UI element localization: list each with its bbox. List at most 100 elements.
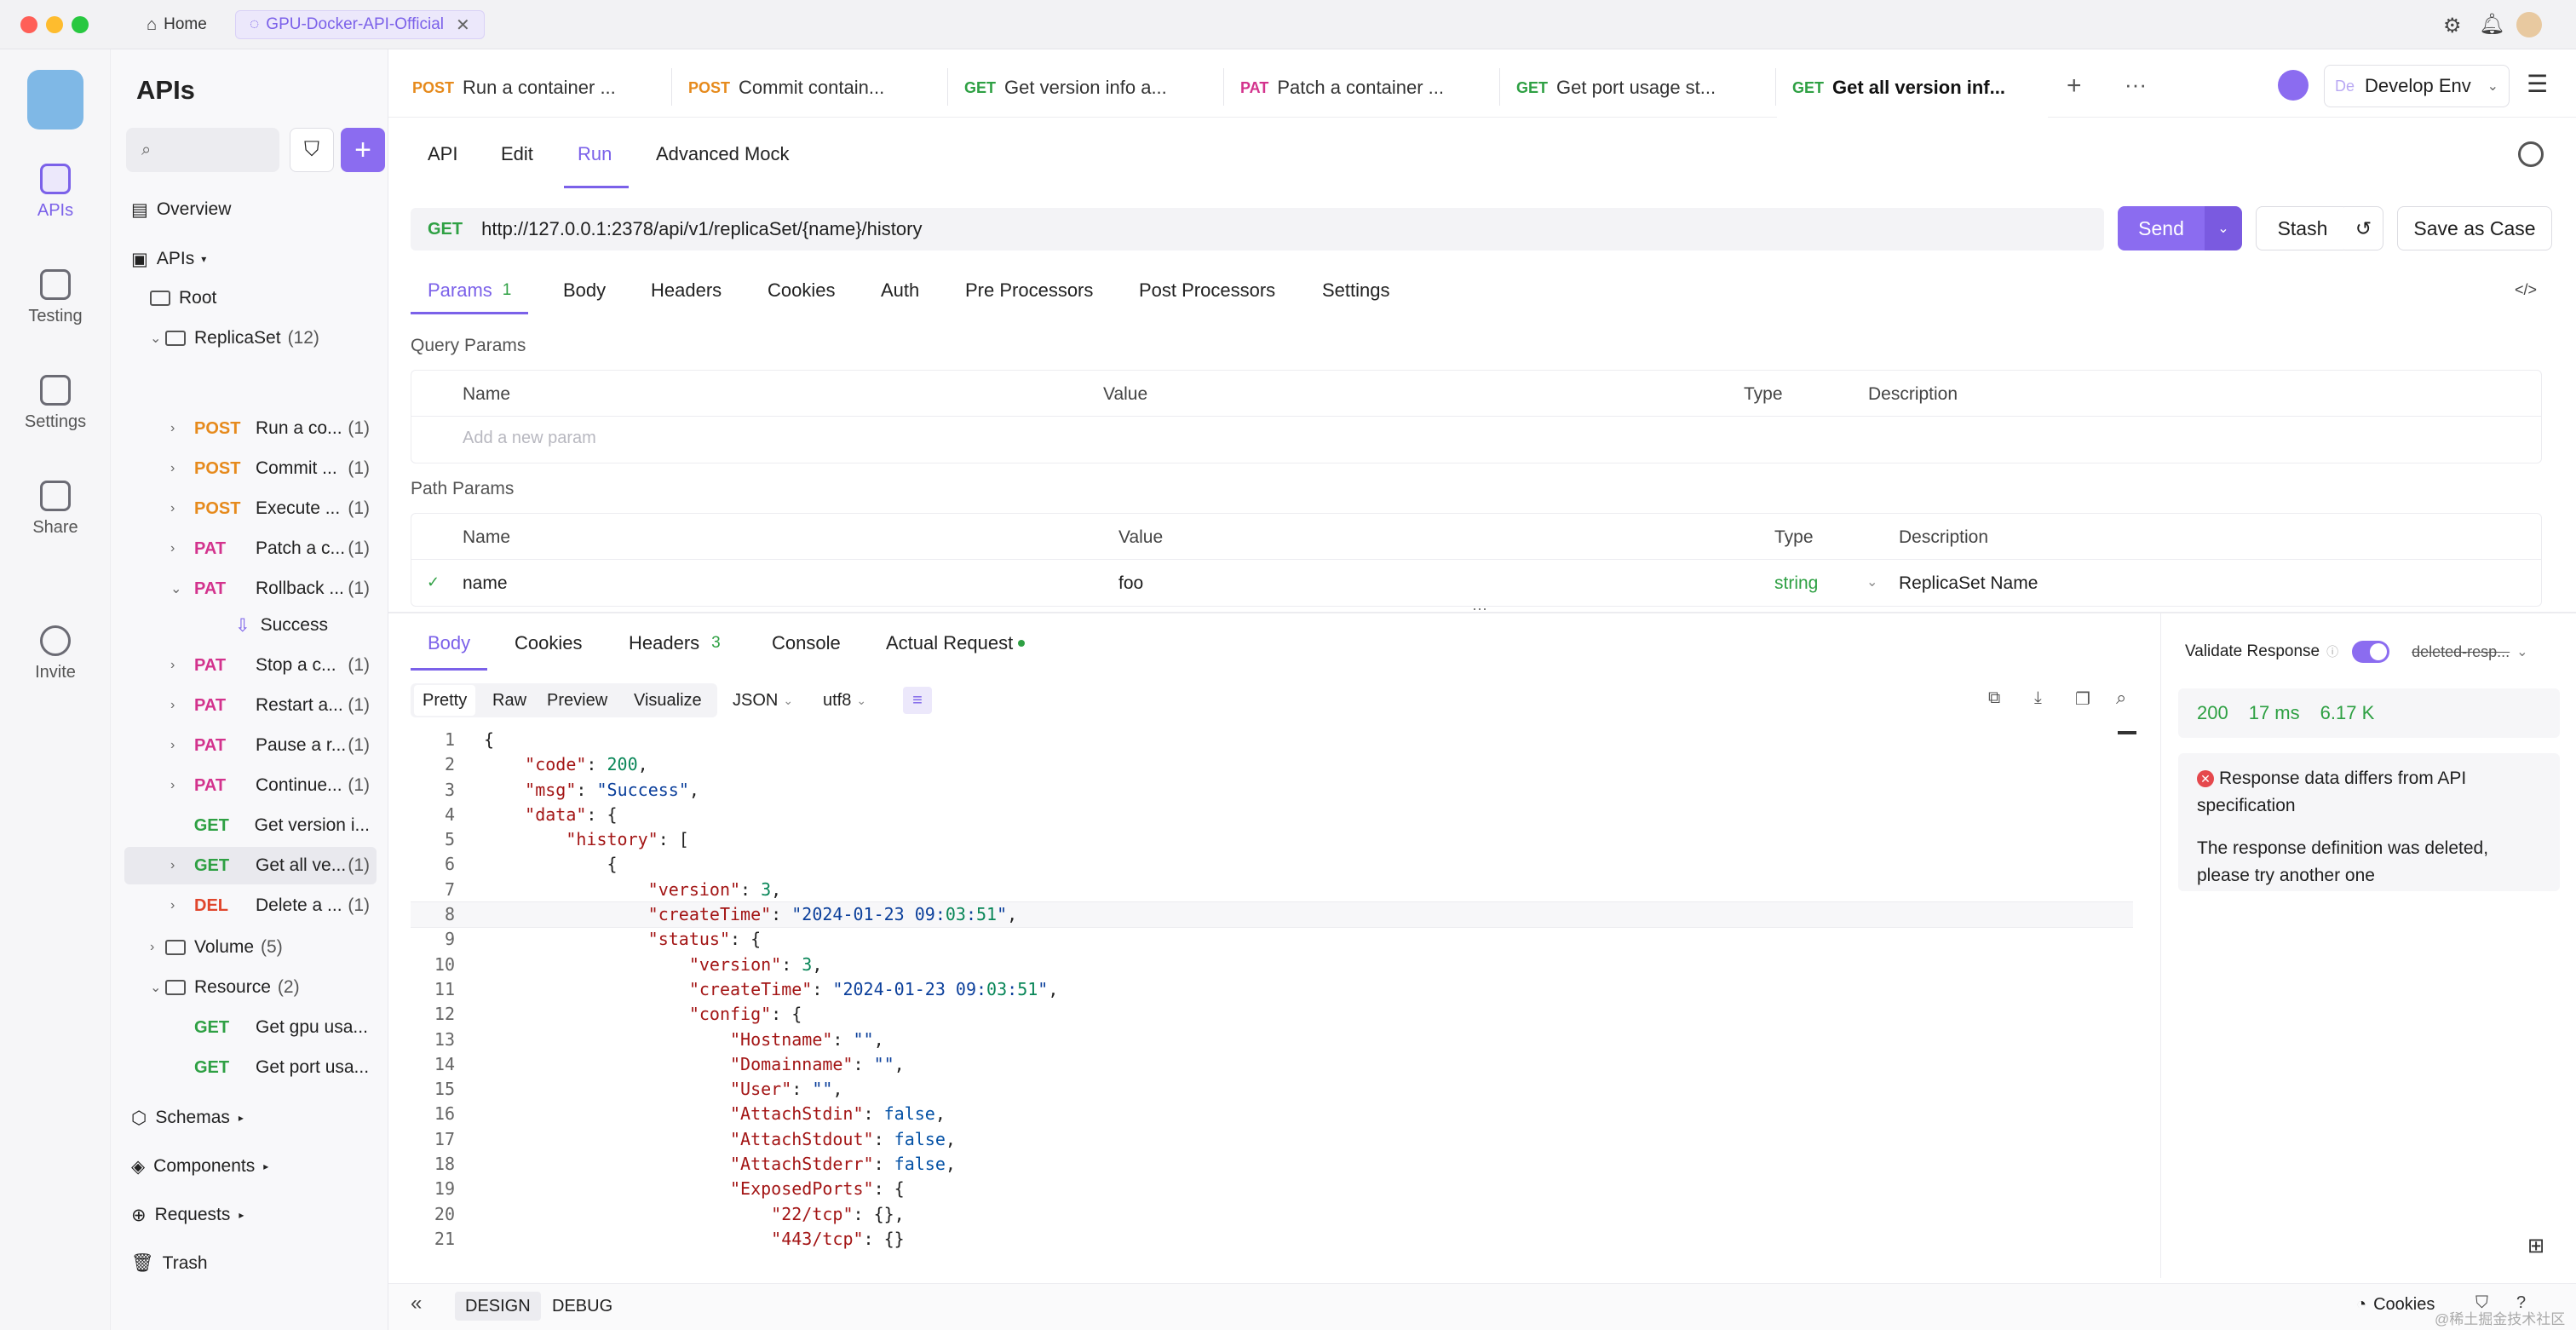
tree-item[interactable]: GET Get version i... bbox=[124, 807, 377, 844]
request-tab[interactable]: POST Run a container ... bbox=[412, 66, 616, 109]
format-pretty[interactable]: Pretty bbox=[414, 685, 476, 716]
validate-toggle[interactable] bbox=[2352, 641, 2390, 663]
tree-schemas[interactable]: ⬡ Schemas ▸ bbox=[124, 1099, 377, 1137]
history-check-icon[interactable] bbox=[2518, 141, 2544, 167]
method-select[interactable]: GET bbox=[428, 220, 463, 239]
chevron-right-icon[interactable]: › bbox=[170, 421, 186, 436]
rail-share[interactable]: Share bbox=[0, 481, 111, 538]
tree-item[interactable]: › PAT Pause a r... (1) bbox=[124, 727, 377, 764]
tree-folder-volume[interactable]: › Volume (5) bbox=[124, 929, 377, 966]
chevron-right-icon[interactable]: › bbox=[170, 541, 186, 556]
tree-trash[interactable]: 🗑︎ Trash bbox=[124, 1245, 377, 1282]
tab-settings[interactable]: Settings bbox=[1322, 279, 1390, 302]
chevron-right-icon[interactable]: › bbox=[170, 898, 186, 913]
chevron-down-icon[interactable]: ⌄ bbox=[2516, 643, 2527, 660]
format-preview[interactable]: Preview bbox=[547, 685, 607, 716]
code-icon[interactable]: </> bbox=[2515, 281, 2537, 299]
response-body-code[interactable]: 1{2 "code": 200, 3 "msg": "Success", 4 "da… bbox=[411, 728, 2133, 1259]
bell-icon[interactable]: 🔔︎ bbox=[2479, 12, 2504, 37]
tab-run[interactable]: Run bbox=[578, 143, 612, 165]
tree-requests[interactable]: ⊕ Requests ▸ bbox=[124, 1196, 377, 1234]
tab-headers[interactable]: Headers bbox=[651, 279, 722, 302]
project-tab[interactable]: ◌ GPU-Docker-API-Official ✕ bbox=[235, 10, 485, 39]
resp-tab-body[interactable]: Body bbox=[428, 632, 470, 654]
stash-button[interactable]: Stash bbox=[2256, 206, 2349, 250]
tab-pre-processors[interactable]: Pre Processors bbox=[965, 279, 1093, 302]
add-button[interactable]: + bbox=[341, 128, 385, 172]
chevron-right-icon[interactable]: › bbox=[170, 658, 186, 673]
chevron-right-icon[interactable]: › bbox=[170, 738, 186, 753]
reset-button[interactable]: ↺ bbox=[2344, 206, 2383, 250]
chevron-right-icon[interactable]: › bbox=[170, 461, 186, 476]
design-mode-button[interactable]: DESIGN bbox=[455, 1292, 541, 1321]
menu-icon[interactable]: ☰ bbox=[2527, 70, 2548, 98]
chevron-down-icon[interactable]: ⌄ bbox=[1866, 573, 1877, 590]
request-tab[interactable]: GET Get port usage st... bbox=[1516, 66, 1716, 109]
tab-advanced-mock[interactable]: Advanced Mock bbox=[656, 143, 790, 165]
close-window-button[interactable] bbox=[20, 16, 37, 33]
param-description[interactable]: ReplicaSet Name bbox=[1899, 573, 2038, 594]
param-name[interactable]: name bbox=[463, 573, 508, 594]
tree-root[interactable]: Root bbox=[124, 279, 377, 317]
request-tab[interactable]: PAT Patch a container ... bbox=[1240, 66, 1444, 109]
tab-auth[interactable]: Auth bbox=[881, 279, 919, 302]
copy-icon[interactable]: ⧉ bbox=[1988, 688, 2000, 708]
tree-folder-resource[interactable]: ⌄ Resource (2) bbox=[124, 969, 377, 1006]
chevron-right-icon[interactable]: › bbox=[170, 778, 186, 793]
tree-item[interactable]: › PAT Stop a c... (1) bbox=[124, 647, 377, 684]
tree-folder-replicaset[interactable]: ⌄ ReplicaSet (12) bbox=[124, 320, 377, 357]
drag-handle-icon[interactable]: ··· bbox=[1472, 600, 1487, 618]
close-tab-icon[interactable]: ✕ bbox=[456, 14, 470, 36]
tab-post-processors[interactable]: Post Processors bbox=[1139, 279, 1275, 302]
tree-item[interactable]: › GET Get all ve... (1) bbox=[124, 847, 377, 884]
tree-overview[interactable]: ▤ Overview bbox=[124, 191, 377, 228]
request-tab[interactable]: GET Get all version inf... bbox=[1792, 66, 2005, 109]
collapse-sidebar-icon[interactable]: « bbox=[411, 1292, 422, 1316]
download-icon[interactable]: ⤓ bbox=[2034, 688, 2042, 708]
request-tab[interactable]: GET Get version info a... bbox=[964, 66, 1167, 109]
rail-apis[interactable]: APIs bbox=[0, 164, 111, 221]
schema-select[interactable]: deleted-resp... bbox=[2412, 643, 2510, 661]
chevron-right-icon[interactable]: › bbox=[170, 698, 186, 713]
save-as-case-button[interactable]: Save as Case bbox=[2397, 206, 2552, 250]
tree-item[interactable]: › PAT Restart a... (1) bbox=[124, 687, 377, 724]
wrap-lines-icon[interactable]: ≡ bbox=[903, 687, 932, 714]
tree-item[interactable]: ⌄ PAT Rollback ... (1) bbox=[124, 570, 377, 607]
tree-item[interactable]: › POST Execute ... (1) bbox=[124, 490, 377, 527]
search-icon[interactable]: ⌕ bbox=[2116, 687, 2126, 709]
send-dropdown-button[interactable]: ⌄ bbox=[2205, 206, 2242, 250]
tab-cookies[interactable]: Cookies bbox=[768, 279, 835, 302]
tree-apis[interactable]: ▣ APIs ▾ bbox=[124, 240, 377, 278]
tree-components[interactable]: ◈ Components ▸ bbox=[124, 1148, 377, 1185]
tree-item[interactable]: › POST Run a co... (1) bbox=[124, 410, 377, 447]
debug-mode-button[interactable]: DEBUG bbox=[542, 1292, 623, 1321]
format-raw[interactable]: Raw bbox=[492, 685, 526, 716]
maximize-window-button[interactable] bbox=[72, 16, 89, 33]
resp-tab-cookies[interactable]: Cookies bbox=[515, 632, 582, 654]
rail-settings[interactable]: Settings bbox=[0, 375, 111, 432]
param-value[interactable]: foo bbox=[1118, 573, 1143, 594]
environment-select[interactable]: De Develop Env ⌄ bbox=[2324, 65, 2510, 107]
tab-edit[interactable]: Edit bbox=[501, 143, 533, 165]
add-param-input[interactable]: Add a new param bbox=[463, 429, 596, 448]
lang-select[interactable]: JSON ⌄ bbox=[733, 685, 793, 716]
home-tab[interactable]: ⌂ Home bbox=[135, 12, 219, 37]
param-type[interactable]: string bbox=[1774, 573, 1818, 594]
resp-tab-headers[interactable]: Headers 3 bbox=[629, 632, 721, 654]
scrollbar[interactable] bbox=[2118, 731, 2136, 734]
layout-toggle-icon[interactable]: ⊞ bbox=[2527, 1234, 2544, 1258]
tree-item[interactable]: › PAT Patch a c... (1) bbox=[124, 530, 377, 567]
avatar[interactable] bbox=[2516, 12, 2542, 37]
send-button[interactable]: Send bbox=[2118, 206, 2205, 250]
tab-body[interactable]: Body bbox=[563, 279, 606, 302]
tree-item-get-port[interactable]: GET Get port usa... bbox=[124, 1049, 377, 1086]
resp-tab-actual-request[interactable]: Actual Request bbox=[886, 632, 1026, 654]
format-visualize[interactable]: Visualize bbox=[634, 685, 702, 716]
cookies-button[interactable]: ◔ Cookies bbox=[2356, 1295, 2435, 1315]
check-icon[interactable]: ✓ bbox=[427, 573, 440, 591]
tab-params[interactable]: Params 1 bbox=[428, 279, 511, 302]
request-tab[interactable]: POST Commit contain... bbox=[688, 66, 884, 109]
url-input[interactable]: http://127.0.0.1:2378/api/v1/replicaSet/… bbox=[481, 218, 922, 240]
tree-item[interactable]: › PAT Continue... (1) bbox=[124, 767, 377, 804]
chevron-right-icon[interactable]: › bbox=[170, 501, 186, 516]
